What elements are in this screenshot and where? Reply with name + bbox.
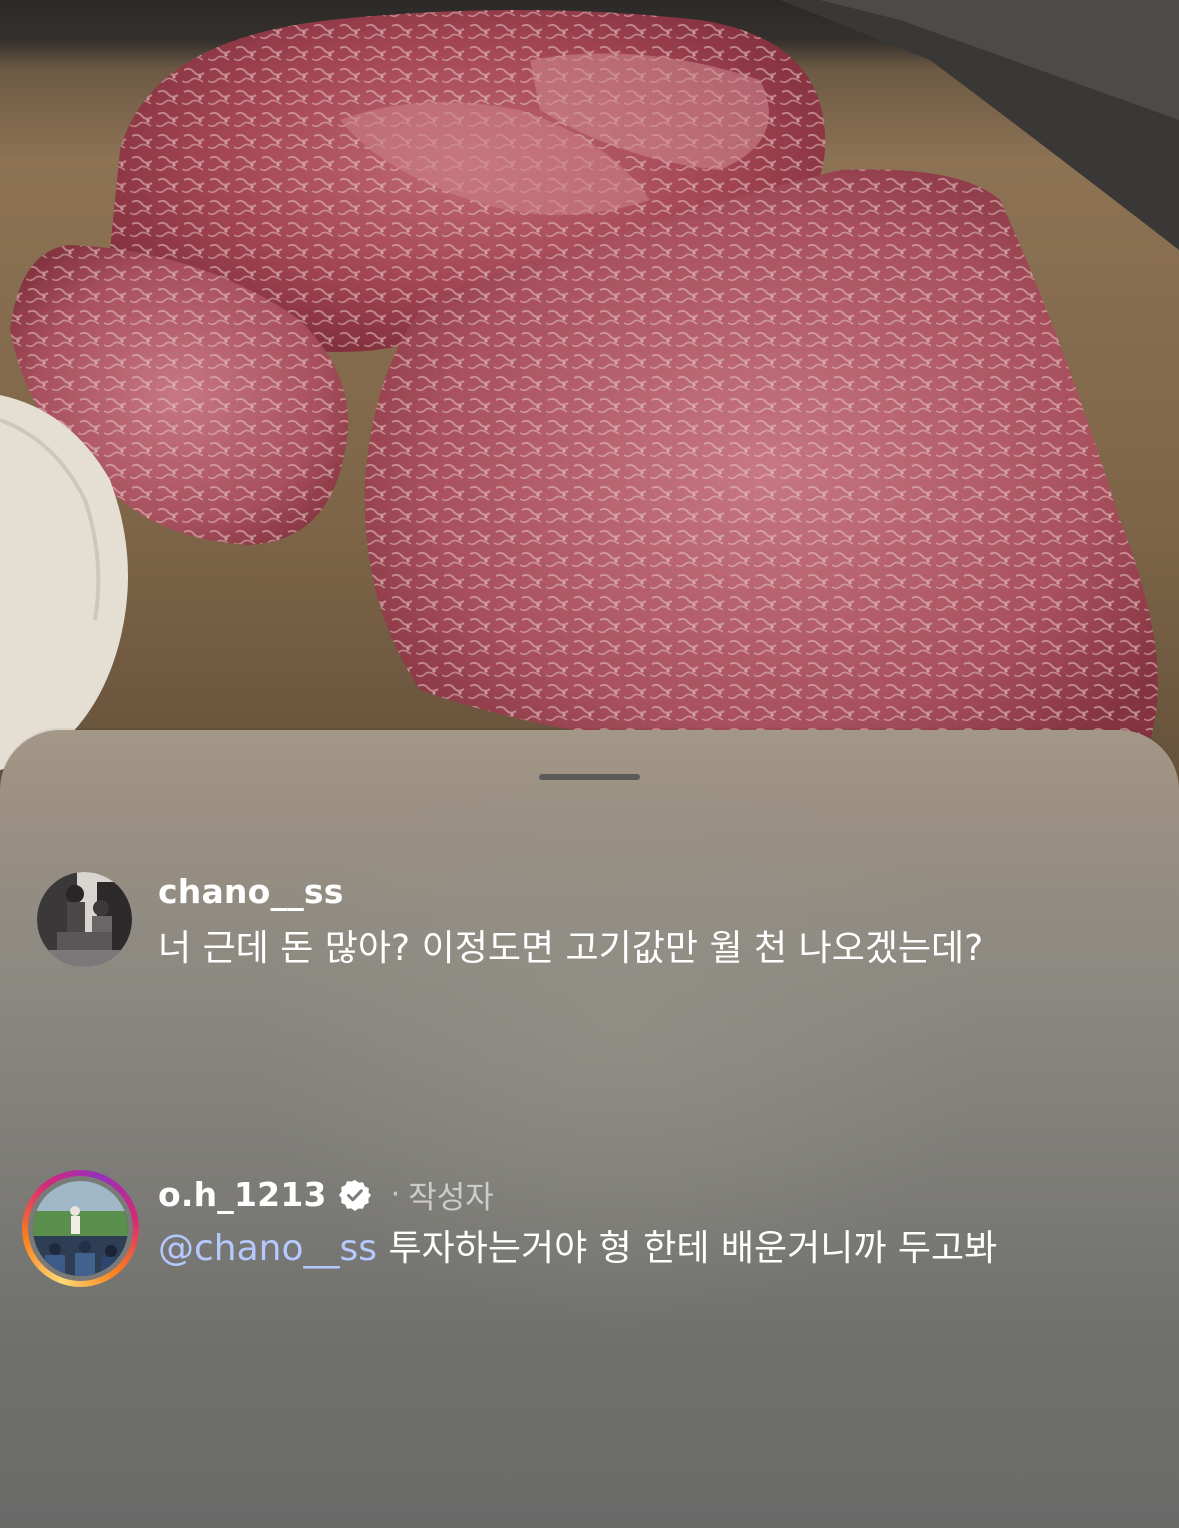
user-avatar-story-ring[interactable] (22, 1170, 139, 1287)
mention-link[interactable]: @chano__ss (158, 1228, 377, 1269)
sheet-grabber[interactable] (539, 774, 640, 780)
avatar-photo (33, 1181, 128, 1276)
baseball-photo (33, 1181, 128, 1276)
user-avatar[interactable] (37, 872, 132, 967)
verified-badge-icon (338, 1179, 371, 1211)
reply-text: 투자하는거야 형 한테 배운거니까 두고봐 (377, 1228, 998, 1269)
author-label: 작성자 (408, 1180, 494, 1216)
comment-username[interactable]: o.h_1213 (158, 1175, 327, 1214)
comment-header: o.h_1213 · 작성자 (158, 1172, 494, 1217)
comment-item: chano__ss 너 근데 돈 많아? 이정도면 고기값만 월 천 나오겠는데… (0, 870, 1179, 1050)
avatar-photo (37, 872, 132, 967)
avatar-ring-gap (28, 1176, 133, 1281)
comment-username[interactable]: chano__ss (158, 872, 344, 911)
comment-text: @chano__ss 투자하는거야 형 한테 배운거니까 두고봐 (158, 1224, 1018, 1274)
meta-separator: · (390, 1177, 401, 1212)
comments-sheet: chano__ss 너 근데 돈 많아? 이정도면 고기값만 월 천 나오겠는데… (0, 730, 1179, 1528)
screen: chano__ss 너 근데 돈 많아? 이정도면 고기값만 월 천 나오겠는데… (0, 0, 1179, 1528)
comment-item-author: o.h_1213 · 작성자 @chano__ss 투자하는거야 형 한테 배운… (0, 1170, 1179, 1370)
comment-text: 너 근데 돈 많아? 이정도면 고기값만 월 천 나오겠는데? (158, 928, 984, 969)
